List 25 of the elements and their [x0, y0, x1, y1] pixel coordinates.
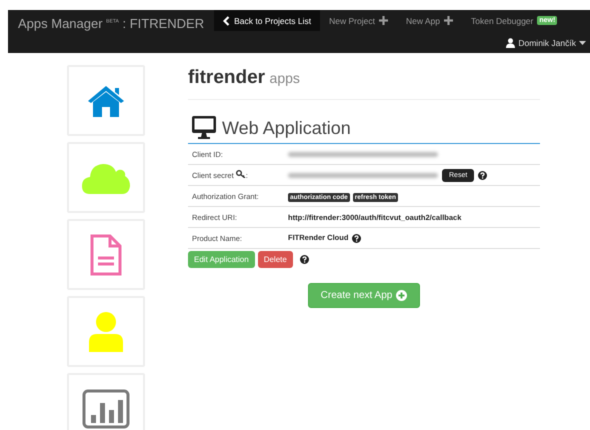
house-tile[interactable] [67, 65, 145, 136]
user-icon [506, 38, 516, 48]
plus-icon [444, 16, 453, 25]
page-title: fitrender [188, 67, 266, 88]
brand-title[interactable]: Apps Manager $^{BETA}$ : FITRENDER [8, 10, 214, 31]
chart-tile[interactable] [67, 373, 145, 430]
nav-link[interactable]: New App [396, 10, 462, 31]
key-icon [236, 170, 246, 178]
help-icon[interactable] [478, 170, 488, 180]
monitor-icon [192, 116, 216, 139]
person-tile[interactable] [67, 296, 145, 367]
help-icon[interactable] [352, 234, 362, 243]
document-tile[interactable] [67, 219, 145, 290]
caret-icon [579, 41, 586, 45]
user-menu[interactable]: Dominik Jančík [506, 38, 586, 48]
page-subtitle: apps [270, 70, 300, 86]
chevron-left-icon [223, 16, 230, 26]
help-icon[interactable] [300, 255, 309, 264]
plus-icon [378, 16, 388, 25]
nav-link[interactable]: Back to Projects List [214, 10, 320, 31]
plus-circle-icon [396, 290, 408, 301]
section-title: Web Application [222, 118, 351, 139]
cloud-tile[interactable] [67, 142, 145, 213]
nav-link[interactable]: New Project [320, 10, 397, 31]
delete-button[interactable]: Delete [258, 251, 293, 268]
